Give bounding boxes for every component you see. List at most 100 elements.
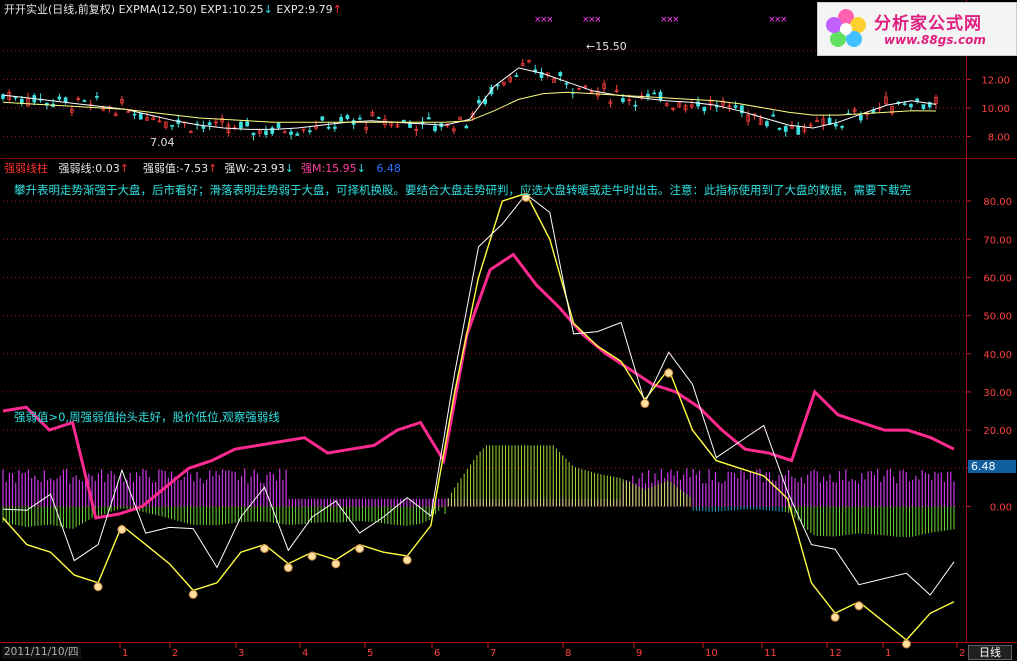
x-tick-label: 3 [238, 648, 244, 659]
candle-body [652, 92, 657, 95]
hand-marker-icon [117, 525, 127, 534]
x-tick-label: 2 [172, 648, 178, 659]
candle-body [339, 117, 343, 122]
signal-cross-mark: × [546, 15, 554, 25]
candle-body [57, 96, 62, 100]
candle-body [408, 123, 412, 128]
x-tick-label: 2 [959, 648, 965, 659]
candle-body [426, 117, 431, 120]
candle-body [276, 123, 281, 128]
candle-body [833, 123, 838, 127]
logo-text: 分析家公式网 [874, 14, 982, 34]
indicator-tick-label: 40.00 [983, 350, 1012, 361]
indicator-tick-label: 0.00 [990, 502, 1012, 513]
hand-marker-icon [93, 582, 103, 592]
candle-body [245, 121, 250, 127]
x-tick-label: 9 [636, 648, 642, 659]
up-arrow-icon: ↑ [208, 162, 218, 175]
candle-body [840, 126, 844, 128]
low-price-annotation: 7.04 [150, 136, 175, 149]
signal-cross-mark: × [672, 15, 680, 25]
hand-marker-icon [307, 551, 317, 561]
candle-body [239, 121, 243, 129]
candle-body [170, 125, 174, 127]
candle-body [82, 100, 87, 102]
candle-body [207, 122, 212, 126]
indicator-tick-label: 30.00 [983, 388, 1012, 399]
hand-marker-icon [402, 555, 412, 565]
candle-body [264, 130, 268, 135]
strong-w-value: -23.93 [249, 162, 285, 175]
current-value-badge: 6.48 [968, 460, 1016, 473]
candle-body [345, 115, 350, 119]
candle-body [138, 113, 143, 120]
indicator-tick-label: 70.00 [983, 235, 1012, 246]
candle-body [307, 130, 312, 133]
candle-body [783, 126, 788, 132]
price-tick-label: 8.00 [988, 133, 1010, 144]
candle-body [477, 99, 481, 104]
hand-marker-icon [830, 612, 840, 622]
candle-body [859, 115, 863, 121]
candle-body [132, 113, 137, 116]
candle-body [320, 116, 325, 121]
strength-value-value: -7.53 [179, 162, 209, 175]
candle-body [902, 103, 907, 106]
exp1-value: 10.25 [232, 3, 264, 16]
candle-body [401, 119, 406, 123]
hand-marker-icon [664, 368, 674, 378]
hand-marker-icon [901, 639, 911, 649]
candle-body [270, 127, 275, 134]
price-header: 开开实业(日线,前复权) EXPMA(12,50) EXP1:10.25↓ EX… [4, 3, 342, 16]
flower-icon [826, 9, 866, 47]
site-logo[interactable]: 分析家公式网 www.88gs.com [817, 2, 1017, 56]
x-tick-label: 4 [302, 648, 308, 659]
candle-body [358, 117, 362, 120]
x-tick-label: 5 [367, 648, 373, 659]
stock-title: 开开实业(日线,前复权) [4, 3, 116, 16]
extra-value: 6.48 [376, 162, 401, 175]
indicator-tick-label: 20.00 [983, 426, 1012, 437]
weekly-strength-line [2, 193, 955, 596]
strength-value-label: 强弱值: [142, 162, 180, 175]
candle-body [558, 72, 563, 76]
hand-marker-icon [260, 544, 270, 554]
candle-body [95, 95, 99, 98]
hand-marker-icon [283, 563, 293, 573]
indicator-tick-label: 60.00 [983, 273, 1012, 284]
hand-marker-icon [355, 544, 365, 554]
exp2-line [2, 91, 937, 123]
x-tick-label: 12 [829, 648, 842, 659]
up-arrow-icon: ↑ [119, 162, 129, 175]
x-tick-label: 10 [705, 648, 718, 659]
strong-w-label: 强W: [224, 162, 250, 175]
signal-cross-mark: × [594, 15, 602, 25]
x-tick-label: 6 [434, 648, 440, 659]
exp1-line [2, 67, 937, 130]
candle-body [514, 75, 519, 77]
hand-marker-icon [188, 589, 198, 599]
x-tick-label: 1 [122, 648, 128, 659]
x-tick-label: 11 [764, 648, 777, 659]
date-readout: 2011/11/10/四 [2, 646, 81, 659]
candle-body [295, 133, 300, 136]
period-tab[interactable]: 日线 [968, 645, 1012, 660]
indicator-name: 强弱线柱 [4, 162, 48, 175]
candle-body [658, 91, 663, 101]
strong-m-label: 强M: [300, 162, 326, 175]
candle-body [464, 125, 469, 129]
x-tick-label: 1 [885, 648, 891, 659]
candle-body [251, 132, 256, 136]
candle-body [702, 106, 707, 112]
down-arrow-icon: ↓ [284, 162, 294, 175]
candle-body [765, 121, 769, 127]
candle-body [564, 82, 569, 85]
exp2-value: 9.79 [308, 3, 333, 16]
stock-chart[interactable]: ×××××××××××× 14.0012.0010.008.00←15.507.… [0, 0, 1017, 661]
x-tick-label: 7 [490, 648, 496, 659]
hand-marker-icon [640, 399, 650, 409]
panel-divider [0, 158, 1017, 159]
candle-body [376, 117, 381, 119]
candle-body [621, 98, 625, 103]
candle-body [646, 93, 650, 97]
